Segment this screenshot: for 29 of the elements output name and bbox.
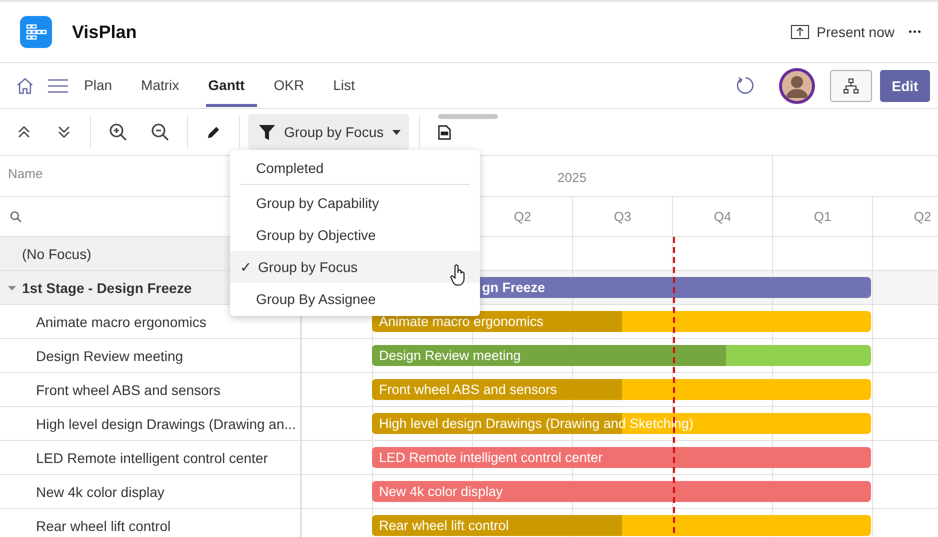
bar-label: LED Remote intelligent control center xyxy=(378,450,603,465)
bar-label: gn Freeze xyxy=(481,280,546,295)
row-name: 1st Stage - Design Freeze xyxy=(21,280,192,296)
quarter-header: Q1 xyxy=(814,209,832,224)
bar-label: Design Review meeting xyxy=(378,348,521,363)
row-name: Rear wheel lift control xyxy=(35,518,171,534)
name-column-header: Name xyxy=(8,166,43,181)
row-name: New 4k color display xyxy=(35,484,164,500)
row-name: High level design Drawings (Drawing an... xyxy=(35,416,296,432)
menu-item-label: Group by Capability xyxy=(256,195,379,211)
check-mark: ✓ xyxy=(240,259,252,275)
year-header: 2025 xyxy=(558,170,586,184)
row-name: Front wheel ABS and sensors xyxy=(35,382,220,398)
row-name: Animate macro ergonomics xyxy=(35,314,206,330)
row-name: Design Review meeting xyxy=(35,348,184,364)
row-name: (No Focus) xyxy=(21,246,92,262)
row-name: LED Remote intelligent control center xyxy=(35,450,268,466)
quarter-header: Q4 xyxy=(714,209,732,224)
menu-item-label: Group by Objective xyxy=(256,227,376,243)
bar-label: Animate macro ergonomics xyxy=(378,314,544,329)
menu-item-label: Group by Focus xyxy=(258,259,358,275)
quarter-header: Q2 xyxy=(514,209,532,224)
bar-label: Front wheel ABS and sensors xyxy=(378,382,557,397)
bar-label: New 4k color display xyxy=(378,484,503,499)
quarter-header: Q2 xyxy=(914,209,932,224)
app-title: VisPlan xyxy=(72,22,137,42)
quarter-header: Q3 xyxy=(614,209,632,224)
bar-label: Rear wheel lift control xyxy=(378,518,509,533)
bar-label: High level design Drawings (Drawing and Sketching) xyxy=(378,416,694,431)
